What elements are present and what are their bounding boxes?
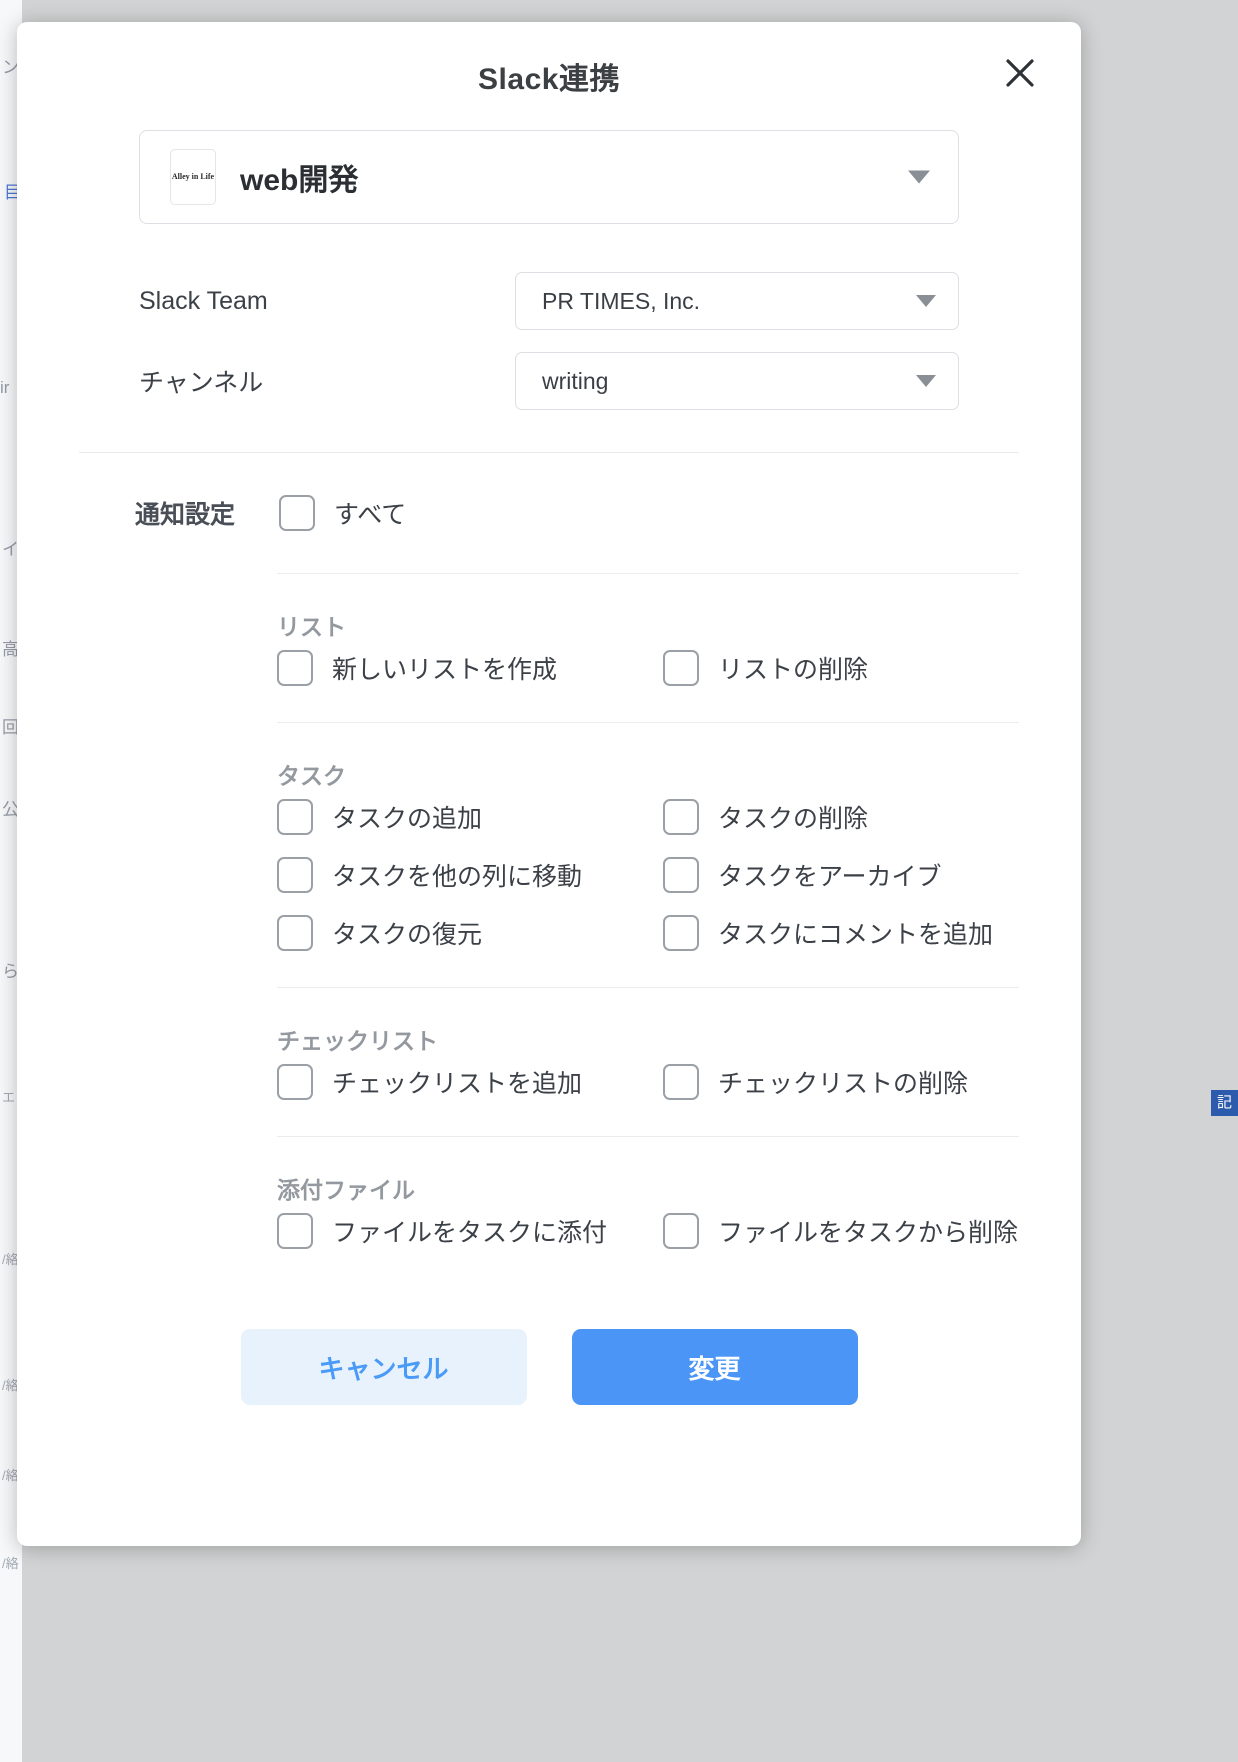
checkbox[interactable] — [277, 915, 313, 951]
field-row-slack-team: Slack Team PR TIMES, Inc. — [139, 272, 959, 330]
notification-settings: 通知設定 すべて リスト新しいリストを作成リストの削除タスクタスクの追加タスクの… — [17, 453, 1081, 1285]
connection-fields: Slack Team PR TIMES, Inc. チャンネル writing — [17, 224, 1081, 410]
project-logo-text: Alley in Life — [172, 173, 214, 181]
checkbox-all[interactable] — [279, 495, 315, 531]
chevron-down-icon — [916, 375, 936, 387]
field-label-channel: チャンネル — [139, 363, 515, 399]
background-ghost-text: エ — [2, 1090, 15, 1106]
checkbox[interactable] — [277, 1064, 313, 1100]
checkbox-label: ファイルをタスクに添付 — [332, 1213, 607, 1249]
modal-header: Slack連携 — [17, 22, 1081, 130]
checkbox-grid: タスクの追加 タスクの削除タスクを他の列に移動 タスクをアーカイブタスクの復元 タスク… — [277, 799, 1019, 987]
checkbox[interactable] — [663, 1064, 699, 1100]
notification-all-row: 通知設定 すべて — [79, 453, 1019, 573]
checkbox[interactable] — [277, 857, 313, 893]
notification-section: タスクタスクの追加 タスクの削除タスクを他の列に移動 タスクをアーカイブタスクの復元… — [79, 723, 1019, 987]
checkbox-label-all: すべて — [334, 495, 406, 531]
checkbox-label: ファイルをタスクから削除 — [718, 1213, 1018, 1249]
slack-team-select[interactable]: PR TIMES, Inc. — [515, 272, 959, 330]
project-select[interactable]: Alley in Life web開発 — [139, 130, 959, 224]
checkbox-label: タスクを他の列に移動 — [332, 857, 582, 893]
checkbox[interactable] — [663, 650, 699, 686]
checkbox-grid: 新しいリストを作成 リストの削除 — [277, 650, 1019, 722]
checkbox[interactable] — [663, 1213, 699, 1249]
field-row-channel: チャンネル writing — [139, 352, 959, 410]
checkbox-label: 新しいリストを作成 — [332, 650, 557, 686]
checkbox-label: リストの削除 — [718, 650, 868, 686]
checkbox-label: チェックリストを追加 — [332, 1064, 582, 1100]
save-button[interactable]: 変更 — [572, 1329, 858, 1405]
close-icon-glyph — [1005, 58, 1035, 88]
checkbox[interactable] — [663, 799, 699, 835]
channel-value: writing — [542, 368, 608, 395]
checkbox-grid: チェックリストを追加 チェックリストの削除 — [277, 1064, 1019, 1136]
checkbox[interactable] — [663, 857, 699, 893]
notification-section: チェックリストチェックリストを追加 チェックリストの削除 — [79, 988, 1019, 1136]
notification-sections: リスト新しいリストを作成 リストの削除タスクタスクの追加 タスクの削除タスクを他の列… — [79, 573, 1019, 1285]
slack-team-value: PR TIMES, Inc. — [542, 288, 700, 315]
checkbox-item[interactable]: ファイルをタスクから削除 — [663, 1213, 1019, 1249]
chevron-down-icon — [916, 295, 936, 307]
page-title: Slack連携 — [478, 54, 620, 98]
checkbox-item[interactable]: チェックリストを追加 — [277, 1064, 663, 1100]
checkbox-label: タスクの追加 — [332, 799, 482, 835]
background-ghost-text: /絡 — [2, 1556, 19, 1572]
checkbox-item[interactable]: タスクをアーカイブ — [663, 857, 1019, 893]
section-title: リスト — [277, 574, 1019, 650]
checkbox-item[interactable]: ファイルをタスクに添付 — [277, 1213, 663, 1249]
checkbox[interactable] — [277, 650, 313, 686]
modal-backdrop[interactable]: ン目irイ高回公らエ/絡/絡/絡/絡記 Slack連携 Alley in Lif… — [0, 0, 1238, 1762]
project-name: web開発 — [240, 155, 358, 199]
project-logo: Alley in Life — [170, 149, 216, 205]
checkbox-label: タスクの復元 — [332, 915, 482, 951]
checkbox-label: タスクをアーカイブ — [718, 857, 942, 893]
checkbox-item[interactable]: リストの削除 — [663, 650, 1019, 686]
checkbox-item[interactable]: 新しいリストを作成 — [277, 650, 663, 686]
checkbox[interactable] — [663, 915, 699, 951]
checkbox-item[interactable]: タスクの削除 — [663, 799, 1019, 835]
checkbox-label: タスクの削除 — [718, 799, 868, 835]
checkbox-item[interactable]: チェックリストの削除 — [663, 1064, 1019, 1100]
background-ghost-text: ir — [0, 378, 9, 398]
section-title: チェックリスト — [277, 988, 1019, 1064]
cancel-button[interactable]: キャンセル — [241, 1329, 527, 1405]
notification-settings-label: 通知設定 — [135, 495, 279, 531]
checkbox-label: チェックリストの削除 — [718, 1064, 968, 1100]
checkbox[interactable] — [277, 1213, 313, 1249]
channel-select[interactable]: writing — [515, 352, 959, 410]
checkbox[interactable] — [277, 799, 313, 835]
close-icon[interactable] — [997, 50, 1043, 96]
checkbox-item[interactable]: タスクにコメントを追加 — [663, 915, 1019, 951]
checkbox-label: タスクにコメントを追加 — [718, 915, 993, 951]
field-label-slack-team: Slack Team — [139, 287, 515, 316]
notification-section: 添付ファイルファイルをタスクに添付 ファイルをタスクから削除 — [79, 1137, 1019, 1285]
slack-integration-modal: Slack連携 Alley in Life web開発 Slack Team — [17, 22, 1081, 1546]
project-selector-row: Alley in Life web開発 — [17, 130, 1081, 224]
chevron-down-icon — [908, 171, 930, 184]
section-title: 添付ファイル — [277, 1137, 1019, 1213]
section-title: タスク — [277, 723, 1019, 799]
background-right-badge: 記 — [1211, 1090, 1238, 1116]
checkbox-grid: ファイルをタスクに添付 ファイルをタスクから削除 — [277, 1213, 1019, 1285]
checkbox-item[interactable]: タスクの追加 — [277, 799, 663, 835]
checkbox-item-all[interactable]: すべて — [279, 495, 406, 531]
modal-footer: キャンセル 変更 — [17, 1285, 1081, 1405]
notification-section: リスト新しいリストを作成 リストの削除 — [79, 574, 1019, 722]
checkbox-item[interactable]: タスクの復元 — [277, 915, 663, 951]
checkbox-item[interactable]: タスクを他の列に移動 — [277, 857, 663, 893]
